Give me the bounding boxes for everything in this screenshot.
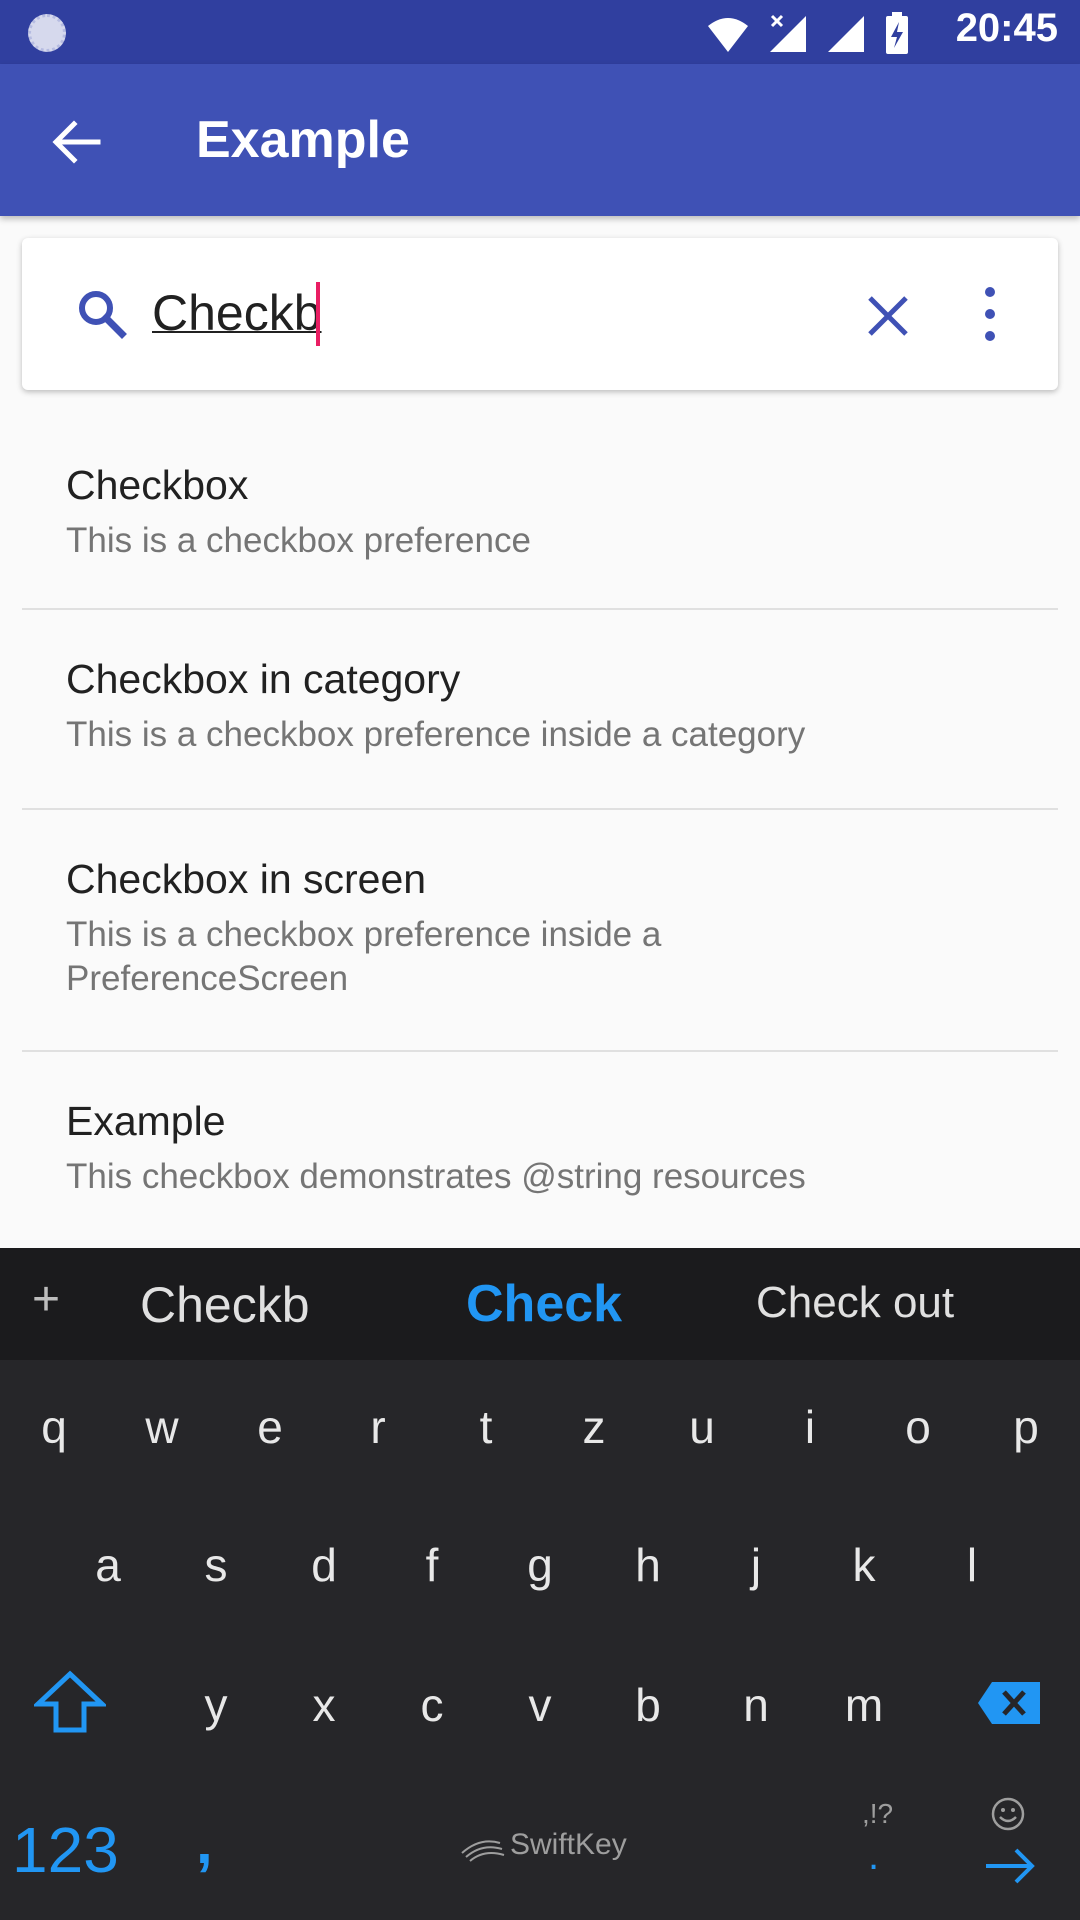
swiftkey-logo: SwiftKey: [510, 1828, 627, 1861]
key-d[interactable]: d: [284, 1538, 364, 1592]
suggestion-item[interactable]: Check out: [756, 1278, 954, 1328]
key-g[interactable]: g: [500, 1538, 580, 1592]
signal-icon: [828, 16, 864, 52]
search-bar[interactable]: Checkb: [22, 238, 1058, 390]
result-summary: This checkbox demonstrates @string resou…: [66, 1157, 806, 1196]
result-title: Checkbox: [66, 462, 249, 508]
text-cursor: [316, 282, 320, 346]
suggestion-item[interactable]: Check: [466, 1274, 622, 1334]
result-title: Checkbox in category: [66, 656, 461, 702]
status-bar: 20:45: [0, 0, 1080, 64]
key-f[interactable]: f: [392, 1538, 472, 1592]
key-h[interactable]: h: [608, 1538, 688, 1592]
key-z[interactable]: z: [554, 1400, 634, 1454]
key-c[interactable]: c: [392, 1678, 472, 1732]
keyboard: + Checkb Check Check out q w e r t z u i…: [0, 1248, 1080, 1920]
result-summary: This is a checkbox preference inside a P…: [66, 915, 662, 998]
more-vert-icon[interactable]: [974, 282, 1006, 346]
result-item[interactable]: Checkbox in category This is a checkbox …: [22, 610, 1058, 810]
shift-icon[interactable]: [34, 1670, 106, 1734]
sync-icon: [28, 14, 66, 52]
key-x[interactable]: x: [284, 1678, 364, 1732]
key-j[interactable]: j: [716, 1538, 796, 1592]
plus-icon[interactable]: +: [32, 1272, 60, 1327]
app-bar: Example: [0, 64, 1080, 216]
key-n[interactable]: n: [716, 1678, 796, 1732]
key-y[interactable]: y: [176, 1678, 256, 1732]
key-e[interactable]: e: [230, 1400, 310, 1454]
key-k[interactable]: k: [824, 1538, 904, 1592]
search-input[interactable]: Checkb: [152, 284, 322, 342]
suggestion-strip: + Checkb Check Check out: [0, 1248, 1080, 1360]
backspace-icon[interactable]: [976, 1680, 1042, 1726]
key-i[interactable]: i: [770, 1400, 850, 1454]
enter-arrow-icon[interactable]: [982, 1846, 1038, 1886]
key-v[interactable]: v: [500, 1678, 580, 1732]
wifi-icon: [708, 18, 748, 52]
result-title: Example: [66, 1098, 226, 1144]
key-b[interactable]: b: [608, 1678, 688, 1732]
comma-key[interactable]: ,: [196, 1808, 213, 1877]
result-title: Checkbox in screen: [66, 856, 427, 902]
numbers-key[interactable]: 123: [12, 1813, 119, 1887]
result-item[interactable]: Example This checkbox demonstrates @stri…: [22, 1052, 1058, 1252]
key-r[interactable]: r: [338, 1400, 418, 1454]
emoji-icon[interactable]: [990, 1796, 1026, 1832]
swiftkey-icon: [461, 1840, 505, 1862]
key-a[interactable]: a: [68, 1538, 148, 1592]
key-o[interactable]: o: [878, 1400, 958, 1454]
key-l[interactable]: l: [932, 1538, 1012, 1592]
search-results: Checkbox This is a checkbox preference C…: [0, 416, 1080, 1252]
result-item[interactable]: Checkbox This is a checkbox preference: [22, 416, 1058, 610]
suggestion-item[interactable]: Checkb: [140, 1276, 310, 1334]
no-signal-icon: [770, 14, 806, 52]
result-summary: This is a checkbox preference inside a c…: [66, 715, 806, 754]
result-item[interactable]: Checkbox in screen This is a checkbox pr…: [22, 810, 1058, 1052]
clear-icon[interactable]: [860, 288, 916, 344]
search-icon: [79, 291, 127, 339]
battery-charging-icon: [886, 12, 908, 54]
result-summary: This is a checkbox preference: [66, 521, 531, 560]
key-s[interactable]: s: [176, 1538, 256, 1592]
clock: 20:45: [955, 6, 1058, 50]
key-m[interactable]: m: [824, 1678, 904, 1732]
key-q[interactable]: q: [14, 1400, 94, 1454]
punctuation-hint: ,!?: [862, 1798, 894, 1829]
status-icons: [706, 12, 910, 56]
key-u[interactable]: u: [662, 1400, 742, 1454]
back-arrow-icon[interactable]: [48, 114, 104, 170]
period-key[interactable]: .: [868, 1834, 879, 1879]
key-p[interactable]: p: [986, 1400, 1066, 1454]
page-title: Example: [196, 111, 410, 169]
key-t[interactable]: t: [446, 1400, 526, 1454]
key-w[interactable]: w: [122, 1400, 202, 1454]
